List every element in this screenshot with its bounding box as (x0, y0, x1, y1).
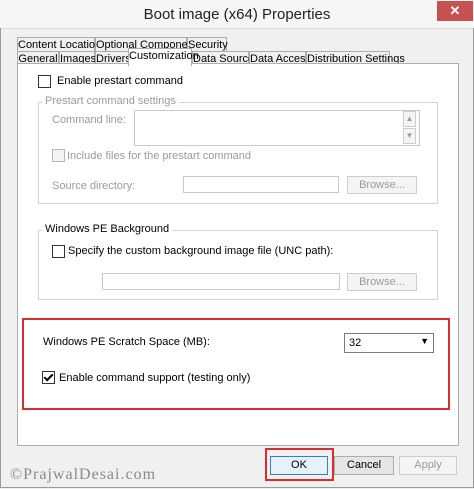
command-line-label: Command line: (52, 114, 126, 126)
include-files-checkbox[interactable] (52, 149, 65, 162)
scratch-space-value: 32 (349, 337, 362, 349)
custom-background-label: Specify the custom background image file… (68, 245, 334, 257)
custom-background-checkbox[interactable] (52, 245, 65, 258)
tab-customization[interactable]: Customization (128, 48, 199, 66)
source-directory-field[interactable] (183, 176, 339, 193)
background-browse-button[interactable]: Browse... (347, 273, 417, 291)
tab-content-locations[interactable]: Content Locations (17, 37, 107, 52)
command-line-scrollbar[interactable]: ▲ ▼ (403, 111, 416, 144)
command-support-label: Enable command support (testing only) (59, 372, 251, 384)
ok-button[interactable]: OK (270, 456, 328, 475)
command-support-checkbox[interactable] (42, 371, 55, 384)
close-icon: ✕ (449, 3, 461, 18)
enable-prestart-label: Enable prestart command (57, 75, 183, 87)
include-files-label: Include files for the prestart command (67, 150, 252, 162)
background-path-field[interactable] (102, 273, 340, 290)
cancel-button[interactable]: Cancel (334, 456, 394, 475)
close-button[interactable]: ✕ (437, 1, 473, 21)
chevron-down-icon: ▼ (420, 336, 429, 346)
scroll-down-icon[interactable]: ▼ (403, 128, 416, 144)
watermark: ©PrajwalDesai.com (10, 466, 157, 483)
apply-button[interactable]: Apply (399, 456, 457, 475)
source-directory-label: Source directory: (52, 180, 136, 192)
scroll-up-icon[interactable]: ▲ (403, 111, 416, 127)
pe-background-title: Windows PE Background (42, 223, 173, 235)
window-title: Boot image (x64) Properties (143, 6, 331, 23)
scratch-space-select[interactable]: 32 ▼ (344, 333, 434, 353)
scratch-space-label: Windows PE Scratch Space (MB): (43, 336, 210, 348)
prestart-settings-title: Prestart command settings (42, 95, 179, 107)
enable-prestart-checkbox[interactable] (38, 75, 51, 88)
source-browse-button[interactable]: Browse... (347, 176, 417, 194)
command-line-field[interactable] (134, 110, 420, 146)
